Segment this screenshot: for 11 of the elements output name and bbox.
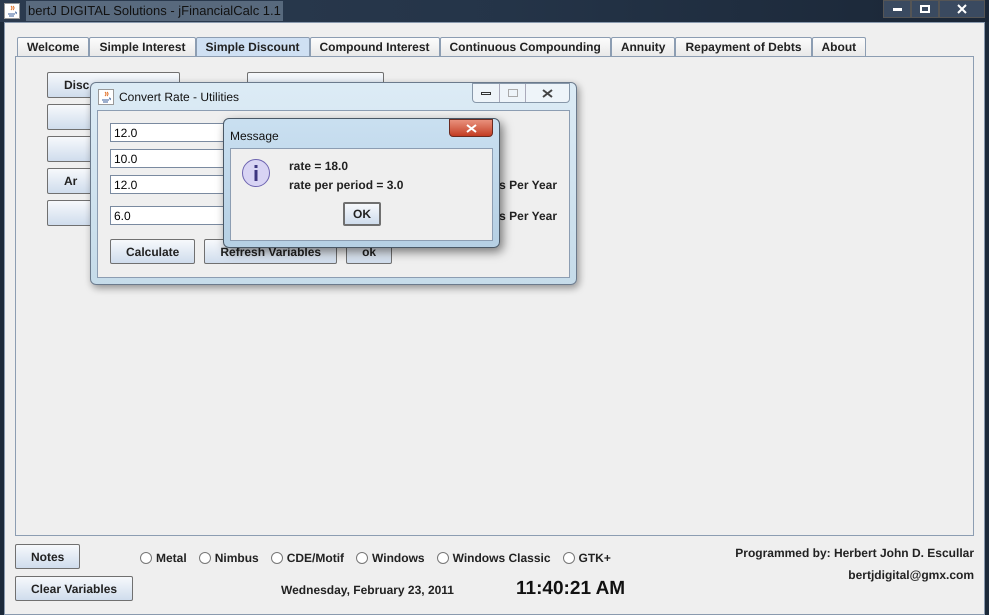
- date-label: Wednesday, February 23, 2011: [281, 582, 454, 599]
- dialog-title: Convert Rate - Utilities: [119, 88, 240, 106]
- email-text: bertjdigital@gmx.com: [848, 567, 974, 584]
- clock-label: 11:40:21 AM: [516, 577, 626, 601]
- window-title: bertJ DIGITAL Solutions - jFinancialCalc 1.1: [26, 1, 283, 21]
- field-label: s Per Year: [499, 176, 557, 194]
- message-text: rate per period = 3.0: [289, 177, 404, 194]
- field-label: s Per Year: [499, 208, 557, 224]
- credit-text: Programmed by: Herbert John D. Escullar: [735, 545, 974, 562]
- message-text: rate = 18.0: [289, 158, 350, 175]
- dialog-title: Message: [230, 128, 279, 144]
